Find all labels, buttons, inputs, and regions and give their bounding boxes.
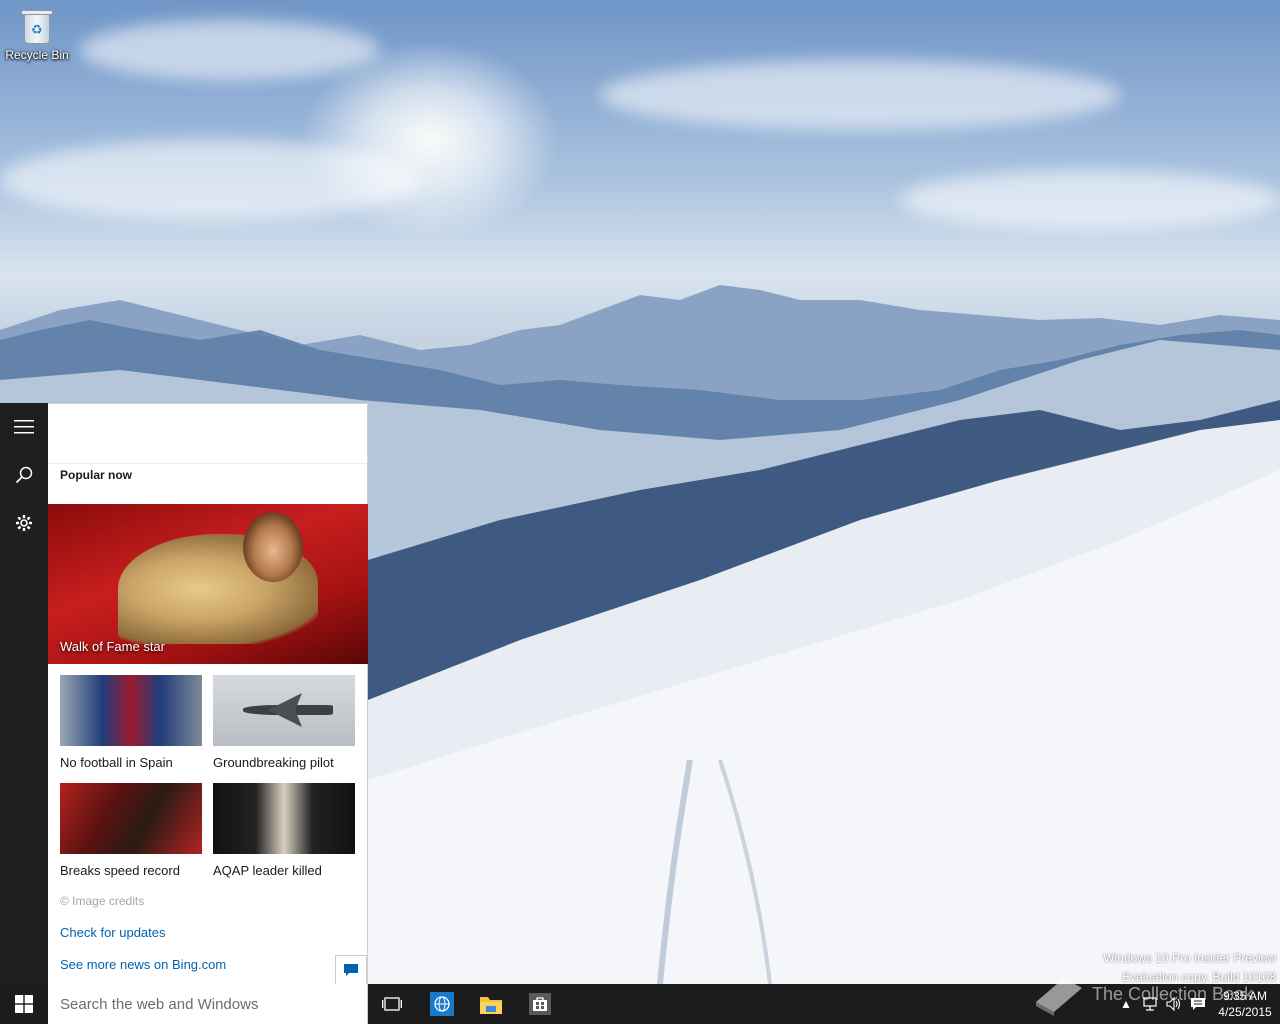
news-card[interactable]: Breaks speed record <box>60 783 202 878</box>
search-box[interactable] <box>48 984 368 1024</box>
watermark-line-1: Windows 10 Pro Insider Preview <box>1103 951 1276 965</box>
task-view-button[interactable] <box>369 984 415 1024</box>
feedback-button[interactable] <box>335 955 367 985</box>
news-card[interactable]: Groundbreaking pilot <box>213 675 355 770</box>
book-icon <box>1036 978 1082 1016</box>
hamburger-menu-button[interactable] <box>0 403 48 451</box>
hamburger-icon <box>14 420 34 434</box>
rail-settings-button[interactable] <box>0 499 48 547</box>
news-caption: AQAP leader killed <box>213 863 322 878</box>
windows-logo-icon <box>15 995 33 1013</box>
task-view-icon <box>382 997 402 1011</box>
news-image <box>60 783 202 854</box>
recycle-bin-label: Recycle Bin <box>5 48 69 62</box>
file-explorer-icon <box>480 997 502 1014</box>
recycle-bin[interactable]: ♻ Recycle Bin <box>4 6 70 62</box>
store-icon <box>529 993 551 1015</box>
recycle-bin-icon: ♻ <box>20 6 54 46</box>
search-input[interactable] <box>48 984 367 1024</box>
file-explorer-button[interactable] <box>468 984 514 1024</box>
gear-icon <box>16 515 32 531</box>
check-updates-link[interactable]: Check for updates <box>60 925 166 940</box>
rail-search-button[interactable] <box>0 451 48 499</box>
start-button[interactable] <box>0 984 48 1024</box>
brand-watermark: The Collection Book <box>1030 972 1253 1016</box>
news-caption: Groundbreaking pilot <box>213 755 334 770</box>
news-image <box>213 783 355 854</box>
panel-header <box>48 404 367 464</box>
store-button[interactable] <box>517 984 563 1024</box>
news-caption: No football in Spain <box>60 755 173 770</box>
news-image <box>213 675 355 746</box>
cortana-panel: Popular now Walk of Fame star No footbal… <box>48 403 368 985</box>
internet-explorer-icon <box>430 992 454 1016</box>
cortana-rail <box>0 403 48 984</box>
news-caption: Breaks speed record <box>60 863 180 878</box>
section-title: Popular now <box>60 468 132 482</box>
see-more-news-link[interactable]: See more news on Bing.com <box>60 957 226 972</box>
internet-explorer-button[interactable] <box>419 984 465 1024</box>
feedback-icon <box>344 964 358 976</box>
hero-news-card[interactable]: Walk of Fame star <box>48 504 368 664</box>
news-image <box>60 675 202 746</box>
image-credits-link[interactable]: © Image credits <box>60 894 144 908</box>
hero-caption: Walk of Fame star <box>60 639 165 654</box>
news-card[interactable]: No football in Spain <box>60 675 202 770</box>
brand-watermark-text: The Collection Book <box>1092 983 1254 1004</box>
news-card[interactable]: AQAP leader killed <box>213 783 355 878</box>
search-icon <box>15 466 33 484</box>
